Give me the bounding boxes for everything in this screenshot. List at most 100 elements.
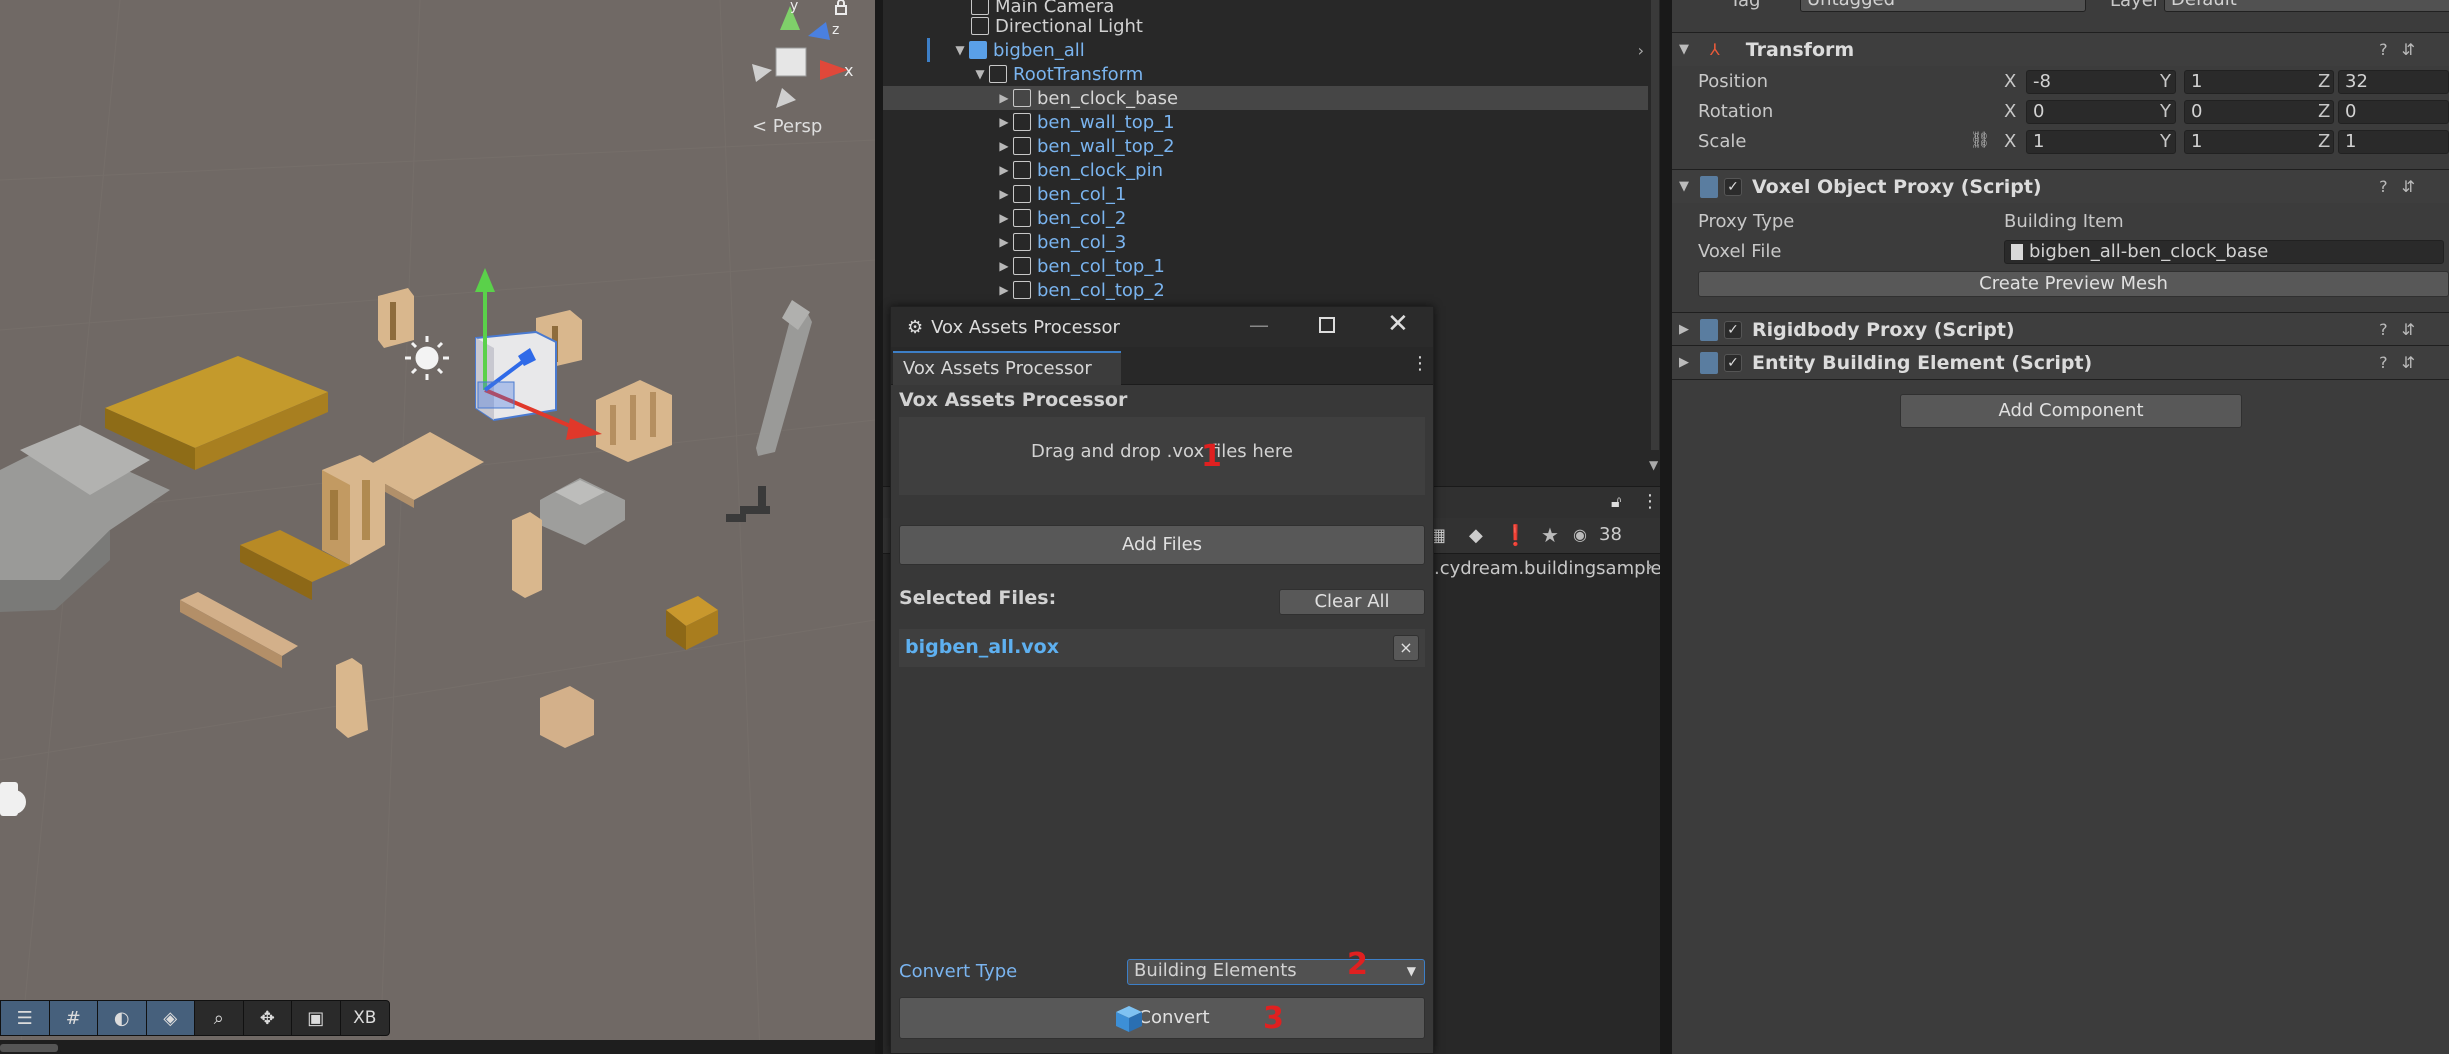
voxel-file-field[interactable]: bigben_all-ben_clock_base [2004, 240, 2444, 264]
voxel-pillar[interactable] [322, 455, 385, 565]
tag-dropdown[interactable]: Untagged [1800, 0, 2086, 12]
camera-gizmo-icon[interactable] [0, 782, 26, 816]
component-menu-icons[interactable]: ?⇵ [2379, 40, 2429, 59]
foldout-collapsed-icon[interactable]: ▶ [1672, 355, 1696, 370]
scene-scroll-thumb[interactable] [0, 1044, 58, 1052]
move-icon[interactable]: ✥ [244, 1001, 292, 1035]
hierarchy-item[interactable]: ▼ bigben_all › [883, 38, 1648, 62]
foldout-collapsed-icon[interactable]: ▶ [995, 259, 1013, 273]
panel-splitter[interactable] [875, 0, 883, 1054]
component-menu-icons[interactable]: ?⇵ [2379, 177, 2429, 196]
position-z-field[interactable]: 32 [2338, 70, 2449, 94]
foldout-collapsed-icon[interactable]: ▶ [995, 187, 1013, 201]
tag-icon[interactable]: ◆ [1469, 525, 1483, 546]
foldout-collapsed-icon[interactable]: ▶ [995, 283, 1013, 297]
rotation-z-field[interactable]: 0 [2338, 100, 2449, 124]
foldout-expanded-icon[interactable]: ▼ [1672, 179, 1696, 194]
voxel-bottom-block[interactable] [540, 686, 594, 748]
link-scale-icon[interactable]: ⛓ [1970, 130, 1990, 149]
foldout-expanded-icon[interactable]: ▼ [951, 43, 969, 57]
rotation-y-field[interactable]: 0 [2184, 100, 2334, 124]
hierarchy-item[interactable]: ▶ ben_col_3 [883, 230, 1648, 254]
hierarchy-item-selected[interactable]: ▶ ben_clock_base [883, 86, 1648, 110]
position-x-field[interactable]: -8 [2026, 70, 2176, 94]
foldout-collapsed-icon[interactable]: ▶ [995, 139, 1013, 153]
sliders-icon[interactable]: ☰ [1, 1001, 50, 1035]
minimize-icon[interactable]: — [1249, 313, 1269, 337]
hierarchy-item[interactable]: ▶ ben_col_top_1 [883, 254, 1648, 278]
voxel-grey-base[interactable] [0, 425, 170, 612]
voxel-column[interactable] [512, 512, 542, 598]
foldout-collapsed-icon[interactable]: ▶ [995, 211, 1013, 225]
voxel-bar[interactable] [180, 592, 298, 668]
rotation-x-field[interactable]: 0 [2026, 100, 2176, 124]
rigidbody-proxy-component-header[interactable]: ▶ ✓ Rigidbody Proxy (Script) ?⇵ [1672, 312, 2449, 346]
foldout-collapsed-icon[interactable]: ▶ [1672, 322, 1696, 337]
transform-component-header[interactable]: ▼ ⅄ Transform ?⇵ [1672, 32, 2449, 66]
convert-button[interactable]: Convert [899, 997, 1425, 1039]
foldout-expanded-icon[interactable]: ▼ [1672, 42, 1696, 57]
foldout-collapsed-icon[interactable]: ▶ [995, 163, 1013, 177]
component-menu-icons[interactable]: ?⇵ [2379, 353, 2429, 372]
grid-icon[interactable]: # [49, 1001, 98, 1035]
chevron-right-icon[interactable]: › [1646, 556, 1653, 577]
project-breadcrumb[interactable]: .cydream.buildingsample [1434, 558, 1662, 579]
voxel-proxy-component-header[interactable]: ▼ ✓ Voxel Object Proxy (Script) ?⇵ [1672, 169, 2449, 203]
maximize-icon[interactable] [1319, 317, 1335, 333]
voxel-grey-pole[interactable] [756, 300, 812, 456]
xb-button[interactable]: XB [341, 1001, 389, 1035]
voxel-arch-left[interactable] [378, 288, 414, 348]
foldout-collapsed-icon[interactable]: ▶ [995, 235, 1013, 249]
scene-canvas[interactable]: z x y [0, 0, 875, 1054]
chevron-right-icon[interactable]: › [1638, 41, 1644, 60]
enabled-checkbox[interactable]: ✓ [1724, 353, 1742, 372]
create-preview-mesh-button[interactable]: Create Preview Mesh [1698, 271, 2449, 297]
hierarchy-item[interactable]: ▼ RootTransform [883, 62, 1648, 86]
search-icon[interactable]: ⌕ [195, 1001, 244, 1035]
voxel-plate[interactable] [105, 356, 328, 470]
layers-icon[interactable]: ◈ [146, 1001, 195, 1035]
voxel-figure[interactable] [336, 658, 368, 738]
component-menu-icons[interactable]: ?⇵ [2379, 320, 2429, 339]
voxel-carved-block[interactable] [596, 380, 672, 462]
more-options-icon[interactable]: ⋮ [1411, 353, 1429, 374]
voxel-dark-rod[interactable] [726, 486, 770, 522]
tab-vox-assets-processor[interactable]: Vox Assets Processor [893, 351, 1121, 385]
scale-x-field[interactable]: 1 [2026, 130, 2176, 154]
remove-file-button[interactable]: × [1393, 635, 1419, 661]
warning-icon[interactable]: ❗ [1503, 523, 1528, 547]
panel-splitter[interactable] [1660, 0, 1672, 1054]
window-title-bar[interactable]: ⚙ Vox Assets Processor — ✕ [891, 307, 1433, 347]
proxy-type-value[interactable]: Building Item [2004, 211, 2124, 232]
foldout-collapsed-icon[interactable]: ▶ [995, 115, 1013, 129]
hierarchy-item[interactable]: ▶ ben_col_1 [883, 182, 1648, 206]
scale-z-field[interactable]: 1 [2338, 130, 2449, 154]
convert-type-dropdown[interactable]: Building Elements ▼ [1127, 959, 1425, 985]
hierarchy-item[interactable]: ▶ ben_wall_top_1 [883, 110, 1648, 134]
lock-icon[interactable]: 🔓︎ [1611, 492, 1621, 512]
light-gizmo-icon[interactable] [405, 336, 449, 380]
hierarchy-scrollbar[interactable] [1651, 0, 1659, 450]
voxel-gold-box[interactable] [666, 596, 718, 650]
drop-zone[interactable]: Drag and drop .vox files here [899, 417, 1425, 495]
hierarchy-item[interactable]: ▶ ben_col_top_2 [883, 278, 1648, 302]
add-files-button[interactable]: Add Files [899, 525, 1425, 565]
foldout-expanded-icon[interactable]: ▼ [971, 67, 989, 81]
close-icon[interactable]: ✕ [1387, 309, 1409, 339]
hierarchy-item[interactable]: ▶ ben_clock_pin [883, 158, 1648, 182]
layer-dropdown[interactable]: Default [2164, 0, 2449, 12]
scale-y-field[interactable]: 1 [2184, 130, 2334, 154]
voxel-grey-pyramid[interactable] [540, 478, 625, 545]
camera-icon[interactable]: ▣ [292, 1001, 341, 1035]
file-list-item[interactable]: bigben_all.vox × [899, 629, 1425, 667]
scene-view[interactable]: z x y < Persp [0, 0, 875, 1054]
add-component-button[interactable]: Add Component [1900, 394, 2242, 428]
hierarchy-item[interactable]: ▶ ben_wall_top_2 [883, 134, 1648, 158]
star-icon[interactable]: ★ [1541, 523, 1559, 547]
more-options-icon[interactable]: ⋮ [1641, 491, 1659, 512]
entity-building-element-component-header[interactable]: ▶ ✓ Entity Building Element (Script) ?⇵ [1672, 345, 2449, 379]
hierarchy-item[interactable]: ▶ ben_col_2 [883, 206, 1648, 230]
enabled-checkbox[interactable]: ✓ [1724, 320, 1742, 339]
position-y-field[interactable]: 1 [2184, 70, 2334, 94]
clear-all-button[interactable]: Clear All [1279, 589, 1425, 615]
